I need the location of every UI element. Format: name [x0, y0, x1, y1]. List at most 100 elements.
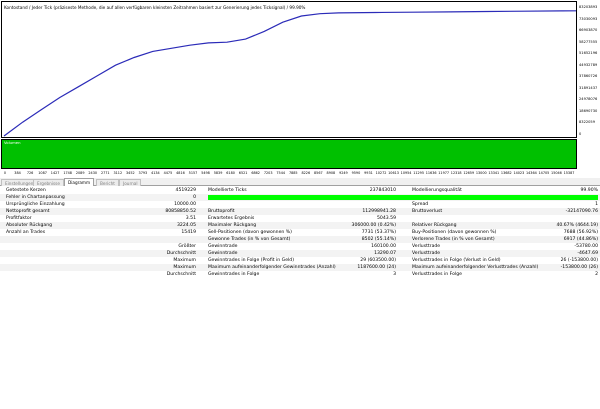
- label-maximal: Maximum: [173, 265, 196, 270]
- value-largest-profit-trade: 160100.00: [371, 244, 396, 249]
- value-loss-trades: 6917 (44.86%): [563, 237, 598, 242]
- x-tick-label: 13000: [475, 171, 487, 175]
- value-max-consecutive-wins: 29 (603500.00): [360, 258, 396, 263]
- label-total-trades: Anzahl an Trades: [6, 230, 46, 235]
- x-tick-label: 14705: [538, 171, 550, 175]
- y-tick-label: 37860726: [579, 74, 598, 79]
- value-relative-drawdown: 40.67% (4644.19): [556, 223, 598, 228]
- y-tick-label: 51652196: [579, 51, 598, 56]
- value-spread: 1: [595, 202, 598, 207]
- value-short-positions: 7731 (53.37%): [361, 230, 396, 235]
- value-profit-trades: 8502 (55.14%): [361, 237, 396, 242]
- x-tick-label: 3793: [138, 171, 148, 175]
- report-row: Gewonne Trades (in % von Gesamt) 8502 (5…: [0, 236, 600, 243]
- balance-chart: Kontostand / Jeder Tick (präziseste Meth…: [1, 1, 577, 138]
- value-maximal-consecutive-profit: 1187600.00 (24): [357, 265, 396, 270]
- report-row: Profitfaktor 3.51 Erwartetes Ergebnis 50…: [0, 215, 600, 222]
- value-average-consecutive-wins: 3: [393, 272, 396, 277]
- label-mismatched-errors: Fehler in Chartanpassung: [6, 195, 65, 200]
- tab-bericht[interactable]: Bericht: [96, 179, 119, 186]
- label-profit-factor: Profitfaktor: [6, 216, 32, 221]
- y-tick-label: 44932789: [579, 62, 598, 67]
- x-tick-label: 726: [26, 171, 34, 175]
- value-absolute-drawdown: 3224.05: [177, 223, 196, 228]
- value-initial-deposit: 10000.00: [174, 202, 196, 207]
- label-average: Durchschnitt: [166, 251, 196, 256]
- label-total-net-profit: Nettoprofit gesamt: [6, 209, 50, 214]
- value-gross-loss: -32147090.76: [565, 209, 598, 214]
- tab-ergebnisse[interactable]: Ergebnisse: [33, 179, 64, 186]
- value-average-loss-trade: -4647.69: [577, 251, 598, 256]
- value-mismatched-errors: 0: [193, 195, 196, 200]
- report-row: Nettoprofit gesamt 80858850.52 Bruttopro…: [0, 208, 600, 215]
- value-largest-loss-trade: -53780.00: [574, 244, 598, 249]
- y-tick-label: 83203893: [579, 5, 598, 9]
- value-modeled-ticks: 237843010: [369, 188, 396, 193]
- x-tick-label: 8567: [314, 171, 323, 175]
- value-expected-payoff: 5043.59: [377, 216, 396, 221]
- balance-chart-svg: [3, 10, 577, 137]
- report-row: Maximum Maximum aufeinanderfolgender Gew…: [0, 264, 600, 271]
- chart-title: Kontostand / Jeder Tick (präziseste Meth…: [4, 5, 306, 10]
- tab-diagramm[interactable]: Diagramm: [64, 178, 95, 186]
- x-tick-label: 0: [3, 171, 7, 175]
- x-tick-label: 10613: [388, 171, 399, 175]
- y-tick-label: 24978076: [579, 97, 598, 102]
- x-tick-label: 384: [14, 171, 21, 175]
- value-maximal-drawdown: 306000.00 (0.42%): [351, 223, 396, 228]
- y-tick-label: 31891437: [579, 85, 598, 90]
- x-tick-label: 4816: [176, 171, 185, 175]
- x-axis: 0 384 726 1087 1427 1748 2089 2430 2771 3112 3452 3…: [1, 170, 577, 177]
- x-tick-label: 7885: [288, 171, 298, 175]
- x-tick-label: 11636: [425, 171, 437, 175]
- x-tick-label: 2089: [75, 171, 85, 175]
- label-average-consecutive: Durchschnitt: [166, 272, 196, 277]
- balance-line: [3, 10, 577, 137]
- y-tick-label: 18690730: [579, 108, 598, 113]
- tab-strip: Einstellungen Ergebnisse Diagramm Berich…: [0, 178, 600, 186]
- tab-journal[interactable]: Journal: [119, 179, 142, 186]
- x-tick-label: 6862: [251, 171, 260, 175]
- x-tick-label: 5839: [213, 171, 223, 175]
- value-average-profit-trade: 13290.07: [374, 251, 396, 256]
- report-row: Fehler in Chartanpassung 0: [0, 194, 600, 201]
- report-row: Größter Gewinntrade 160100.00 Verlusttra…: [0, 243, 600, 250]
- value-modeling-quality: 99.90%: [580, 188, 598, 193]
- value-max-consecutive-losses: 26 (-153800.00): [560, 258, 598, 263]
- value-total-trades: 15419: [181, 230, 196, 235]
- x-tick-label: 12659: [463, 171, 475, 175]
- x-tick-label: 10272: [375, 171, 387, 175]
- report-table: Getestete Kerzen 4519229 Modellierte Tic…: [0, 187, 600, 277]
- x-tick-label: 6180: [226, 171, 235, 175]
- value-profit-factor: 3.51: [185, 216, 196, 221]
- label-tested-bars: Getestete Kerzen: [6, 188, 46, 193]
- y-tick-label: 66903870: [579, 28, 598, 33]
- report-row: Durchschnitt Gewinntrade 13290.07 Verlus…: [0, 250, 600, 257]
- x-tick-label: 4134: [151, 171, 160, 175]
- x-tick-label: 15046: [551, 171, 562, 175]
- value-gross-profit: 112998941.28: [362, 209, 396, 214]
- x-tick-label: 11295: [413, 171, 424, 175]
- x-tick-label: 10954: [400, 171, 412, 175]
- x-tick-label: 1087: [38, 171, 47, 175]
- x-tick-label: 9249: [339, 171, 348, 175]
- x-tick-label: 6521: [238, 171, 248, 175]
- report-row: Anzahl an Trades 15419 Sell-Positionen (…: [0, 229, 600, 236]
- x-tick-label: 11977: [438, 171, 450, 175]
- report-row: Durchschnitt Gewinntrades in Folge 3 Ver…: [0, 271, 600, 278]
- label-largest: Größter: [178, 244, 196, 249]
- x-tick-label: 5157: [188, 171, 198, 175]
- x-tick-label: 2771: [100, 171, 110, 175]
- modeling-quality-bar: [208, 195, 598, 200]
- x-tick-label: 9931: [364, 171, 373, 175]
- volume-label: Volumen: [4, 140, 21, 145]
- y-tick-label: 8322059: [579, 120, 596, 125]
- tab-einstellungen[interactable]: Einstellungen: [1, 179, 38, 186]
- label-absolute-drawdown: Absoluter Rückgang: [6, 223, 53, 228]
- value-maximal-consecutive-loss: -153800.00 (26): [560, 265, 598, 270]
- report-row: Absoluter Rückgang 3224.05 Maximaler Rüc…: [0, 222, 600, 229]
- x-tick-label: 9590: [351, 171, 361, 175]
- x-tick-label: 5498: [201, 171, 210, 175]
- report-row: Maximum Gewinntrades in Folge (Profit in…: [0, 257, 600, 264]
- value-average-consecutive-losses: 2: [595, 272, 598, 277]
